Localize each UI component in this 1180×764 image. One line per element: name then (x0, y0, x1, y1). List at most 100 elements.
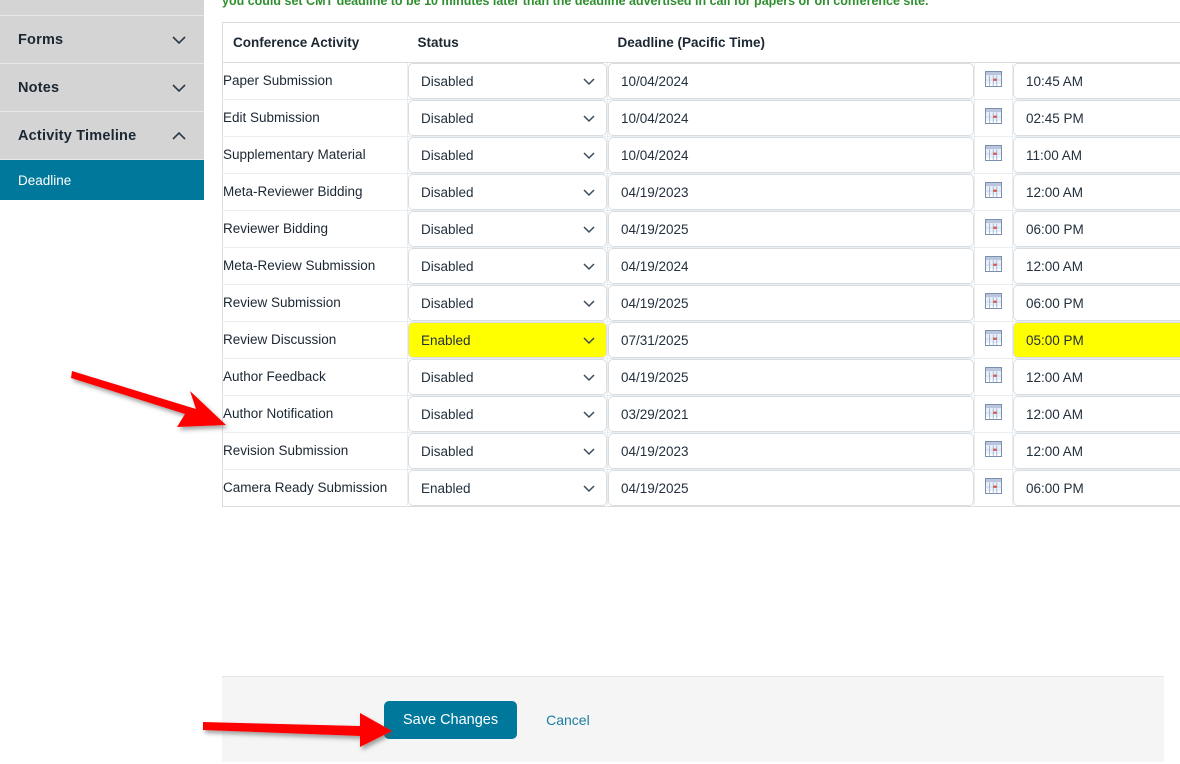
deadline-time-value: 11:00 AM (1026, 147, 1083, 163)
cell-conference-activity: Review Discussion (222, 321, 408, 359)
deadline-time-select[interactable]: 11:00 AM (1013, 137, 1180, 173)
deadline-time-select[interactable]: 05:00 PM (1013, 322, 1180, 358)
activity-label: Camera Ready Submission (223, 480, 388, 495)
status-select[interactable]: Disabled (408, 396, 607, 432)
calendar-icon[interactable] (985, 440, 1002, 457)
status-value: Disabled (421, 184, 474, 200)
deadline-date-input[interactable]: 07/31/2025 (608, 322, 974, 358)
deadline-date-value: 04/19/2025 (621, 295, 689, 311)
calendar-icon[interactable] (985, 329, 1002, 346)
status-select[interactable]: Disabled (408, 285, 607, 321)
calendar-icon[interactable] (985, 70, 1002, 87)
table-row: Camera Ready Submission Enabled 04/19/2025… (222, 469, 1180, 507)
status-select[interactable]: Disabled (408, 174, 607, 210)
deadline-time-select[interactable]: 12:00 AM (1013, 174, 1180, 210)
cell-status: Disabled (407, 358, 608, 396)
deadline-time-select[interactable]: 02:45 PM (1013, 100, 1180, 136)
deadline-date-input[interactable]: 04/19/2024 (608, 248, 974, 284)
chevron-down-icon (581, 184, 597, 200)
table-row: Supplementary Material Disabled 10/04/2024… (222, 136, 1180, 174)
status-select[interactable]: Disabled (408, 248, 607, 284)
calendar-icon[interactable] (985, 218, 1002, 235)
activity-label: Review Discussion (223, 332, 337, 347)
status-value: Disabled (421, 258, 474, 274)
deadline-date-input[interactable]: 04/19/2025 (608, 285, 974, 321)
save-changes-button[interactable]: Save Changes (384, 700, 518, 739)
calendar-icon[interactable] (985, 255, 1002, 272)
chevron-down-icon[interactable] (168, 29, 190, 51)
deadline-date-input[interactable]: 10/04/2024 (608, 100, 974, 136)
table-row: Reviewer Bidding Disabled 04/19/2025 06:00 … (222, 210, 1180, 248)
deadline-date-input[interactable]: 04/19/2023 (608, 174, 974, 210)
deadline-date-input[interactable]: 04/19/2025 (608, 470, 974, 506)
deadline-time-select[interactable]: 12:00 AM (1013, 248, 1180, 284)
deadline-time-value: 06:00 PM (1026, 221, 1084, 237)
status-value: Disabled (421, 406, 474, 422)
deadline-date-input[interactable]: 10/04/2024 (608, 63, 974, 99)
cell-status: Disabled (407, 284, 608, 322)
sidebar-item-deadline[interactable]: Deadline (0, 160, 204, 200)
status-select[interactable]: Enabled (408, 470, 607, 506)
cell-deadline-date: 04/19/2025 (607, 469, 975, 507)
deadline-time-select[interactable]: 12:00 AM (1013, 433, 1180, 469)
sidebar-item-activity-timeline[interactable]: Activity Timeline (0, 112, 204, 160)
deadline-time-select[interactable]: 06:00 PM (1013, 285, 1180, 321)
deadline-time-select[interactable]: 12:00 AM (1013, 359, 1180, 395)
cell-calendar (974, 247, 1013, 285)
status-select[interactable]: Enabled (408, 322, 607, 358)
calendar-icon[interactable] (985, 366, 1002, 383)
deadline-time-value: 12:00 AM (1026, 184, 1084, 200)
calendar-icon[interactable] (985, 181, 1002, 198)
cell-status: Disabled (407, 99, 608, 137)
sidebar-item-label: Forms (18, 31, 64, 48)
deadline-time-value: 12:00 AM (1026, 369, 1084, 385)
table-row: Meta-Review Submission Disabled 04/19/2024… (222, 247, 1180, 285)
chevron-up-icon[interactable] (168, 125, 190, 147)
deadline-time-select[interactable]: 06:00 PM (1013, 470, 1180, 506)
deadline-time-value: 05:00 PM (1026, 332, 1084, 348)
status-select[interactable]: Disabled (408, 137, 607, 173)
calendar-icon[interactable] (985, 144, 1002, 161)
status-value: Enabled (421, 480, 471, 496)
deadline-date-input[interactable]: 04/19/2025 (608, 211, 974, 247)
chevron-down-icon (581, 369, 597, 385)
deadline-date-value: 10/04/2024 (621, 147, 689, 163)
activity-label: Author Feedback (223, 369, 326, 384)
chevron-down-icon (581, 332, 597, 348)
cell-conference-activity: Edit Submission (222, 99, 408, 137)
table-header: Conference Activity Status Deadline (Pac… (222, 22, 1180, 63)
chevron-down-icon (581, 147, 597, 163)
status-select[interactable]: Disabled (408, 433, 607, 469)
calendar-icon[interactable] (985, 403, 1002, 420)
deadline-date-input[interactable]: 10/04/2024 (608, 137, 974, 173)
cell-deadline-time: 05:00 PM (1012, 321, 1180, 359)
deadline-time-select[interactable]: 10:45 AM (1013, 63, 1180, 99)
calendar-icon[interactable] (985, 292, 1002, 309)
form-footer: Save Changes Cancel (222, 676, 1164, 762)
cell-conference-activity: Reviewer Bidding (222, 210, 408, 248)
calendar-icon[interactable] (985, 477, 1002, 494)
deadline-date-input[interactable]: 03/29/2021 (608, 396, 974, 432)
deadline-date-input[interactable]: 04/19/2023 (608, 433, 974, 469)
deadline-time-select[interactable]: 12:00 AM (1013, 396, 1180, 432)
chevron-down-icon (581, 406, 597, 422)
deadline-date-value: 04/19/2023 (621, 443, 689, 459)
deadline-time-value: 06:00 PM (1026, 295, 1084, 311)
status-select[interactable]: Disabled (408, 211, 607, 247)
status-select[interactable]: Disabled (408, 100, 607, 136)
cell-status: Disabled (407, 62, 608, 100)
status-select[interactable]: Disabled (408, 359, 607, 395)
activity-label: Reviewer Bidding (223, 221, 329, 236)
chevron-down-icon[interactable] (168, 77, 190, 99)
deadline-time-select[interactable]: 06:00 PM (1013, 211, 1180, 247)
table-body: Paper Submission Disabled 10/04/2024 10:45 … (222, 62, 1180, 507)
calendar-icon[interactable] (985, 107, 1002, 124)
column-header-status: Status (407, 22, 608, 63)
sidebar-item-notes[interactable]: Notes (0, 64, 204, 112)
deadline-date-input[interactable]: 04/19/2025 (608, 359, 974, 395)
status-value: Disabled (421, 295, 474, 311)
status-select[interactable]: Disabled (408, 63, 607, 99)
cancel-link[interactable]: Cancel (546, 712, 590, 728)
cell-deadline-time: 12:00 AM (1012, 358, 1180, 396)
sidebar-item-forms[interactable]: Forms (0, 16, 204, 64)
